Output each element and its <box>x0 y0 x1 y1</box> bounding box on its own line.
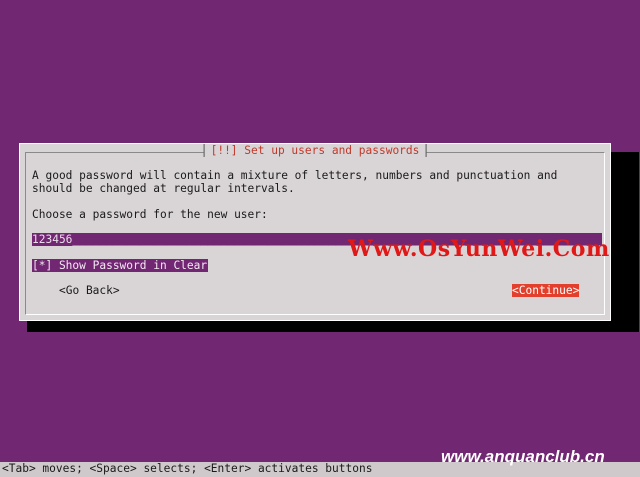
watermark-center: Www.OsYunWei.Com <box>348 236 610 262</box>
go-back-button[interactable]: <Go Back> <box>59 284 120 297</box>
setup-users-dialog: [!!] Set up users and passwords A good p… <box>19 143 611 321</box>
password-prompt: Choose a password for the new user: <box>32 208 268 221</box>
watermark-bottom-right: www.anquanclub.cn <box>441 447 605 466</box>
show-password-checkbox[interactable]: [*] Show Password in Clear <box>32 259 209 272</box>
dialog-title: [!!] Set up users and passwords <box>203 144 427 157</box>
continue-button[interactable]: <Continue> <box>512 284 580 297</box>
dialog-message: A good password will contain a mixture o… <box>32 169 565 195</box>
